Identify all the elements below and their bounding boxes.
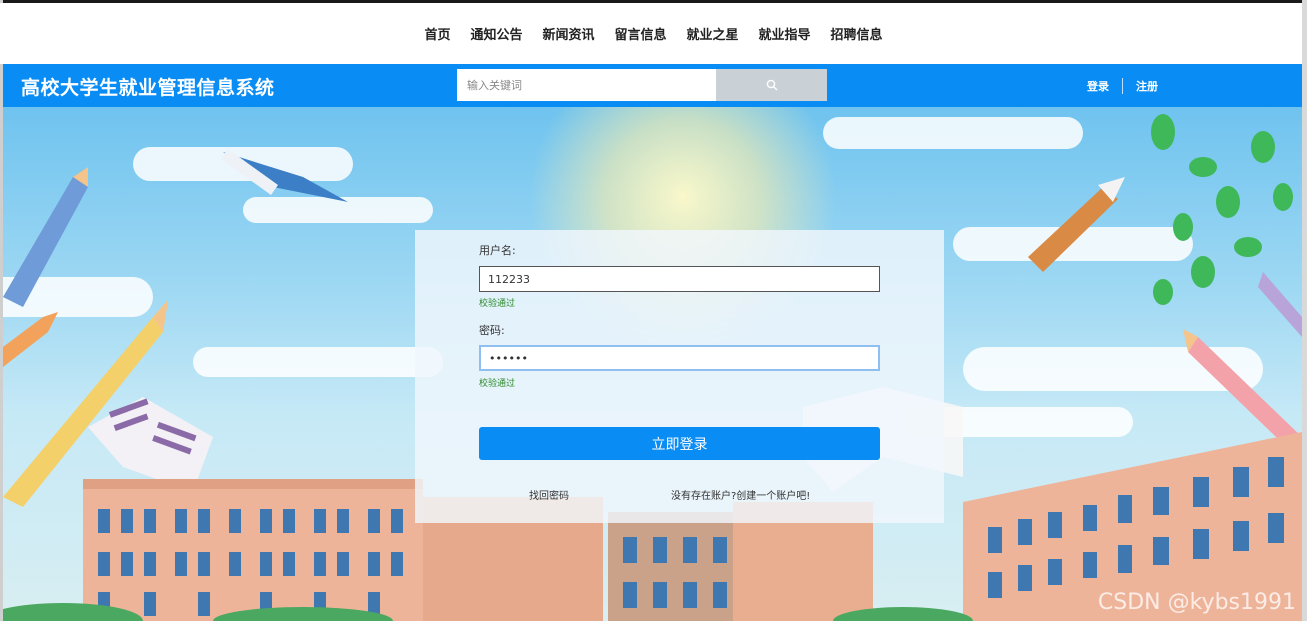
- top-navigation: 首页 通知公告 新闻资讯 留言信息 就业之星 就业指导 招聘信息: [0, 3, 1307, 64]
- pencil-orange: [3, 312, 58, 367]
- forgot-password-link[interactable]: 找回密码: [529, 487, 569, 502]
- green-leaves: [1151, 114, 1293, 305]
- open-book-left: [88, 397, 213, 492]
- username-field[interactable]: [479, 266, 880, 292]
- link-divider: [1122, 78, 1123, 94]
- nav-item-notices[interactable]: 通知公告: [470, 24, 522, 43]
- password-field[interactable]: [479, 345, 880, 371]
- search-input[interactable]: [457, 69, 716, 101]
- auth-links: 登录 注册: [1087, 78, 1158, 94]
- nav-item-employment-stars[interactable]: 就业之星: [687, 24, 739, 43]
- search-icon: [766, 79, 777, 91]
- search-button[interactable]: [716, 69, 827, 101]
- login-link[interactable]: 登录: [1087, 78, 1109, 94]
- password-validation-text: 校验通过: [479, 379, 516, 389]
- nav-item-home[interactable]: 首页: [424, 24, 450, 43]
- create-account-link[interactable]: 没有存在账户?创建一个账户吧!: [671, 487, 810, 502]
- login-submit-button[interactable]: 立即登录: [479, 427, 880, 460]
- pencil-purple: [1258, 272, 1302, 337]
- nav-item-employment-guidance[interactable]: 就业指导: [759, 24, 811, 43]
- site-title: 高校大学生就业管理信息系统: [21, 77, 275, 99]
- flying-book-orange: [1028, 177, 1125, 272]
- login-panel: 用户名: 校验通过 密码: 校验通过 立即登录 找回密码 没有存在账户?创建一个…: [415, 230, 944, 523]
- username-label: 用户名:: [479, 244, 516, 257]
- header-bar: 高校大学生就业管理信息系统 登录 注册: [3, 64, 1302, 107]
- watermark: CSDN @kybs1991: [1097, 590, 1296, 615]
- nav-item-recruitment[interactable]: 招聘信息: [831, 24, 883, 43]
- password-label: 密码:: [479, 324, 505, 337]
- nav-item-messages[interactable]: 留言信息: [614, 24, 666, 43]
- pencil-blue: [3, 167, 88, 307]
- register-link[interactable]: 注册: [1136, 78, 1158, 94]
- username-validation-text: 校验通过: [479, 299, 516, 309]
- flying-book-blue: [221, 149, 348, 202]
- nav-item-news[interactable]: 新闻资讯: [542, 24, 594, 43]
- window-right-border: [1302, 0, 1307, 621]
